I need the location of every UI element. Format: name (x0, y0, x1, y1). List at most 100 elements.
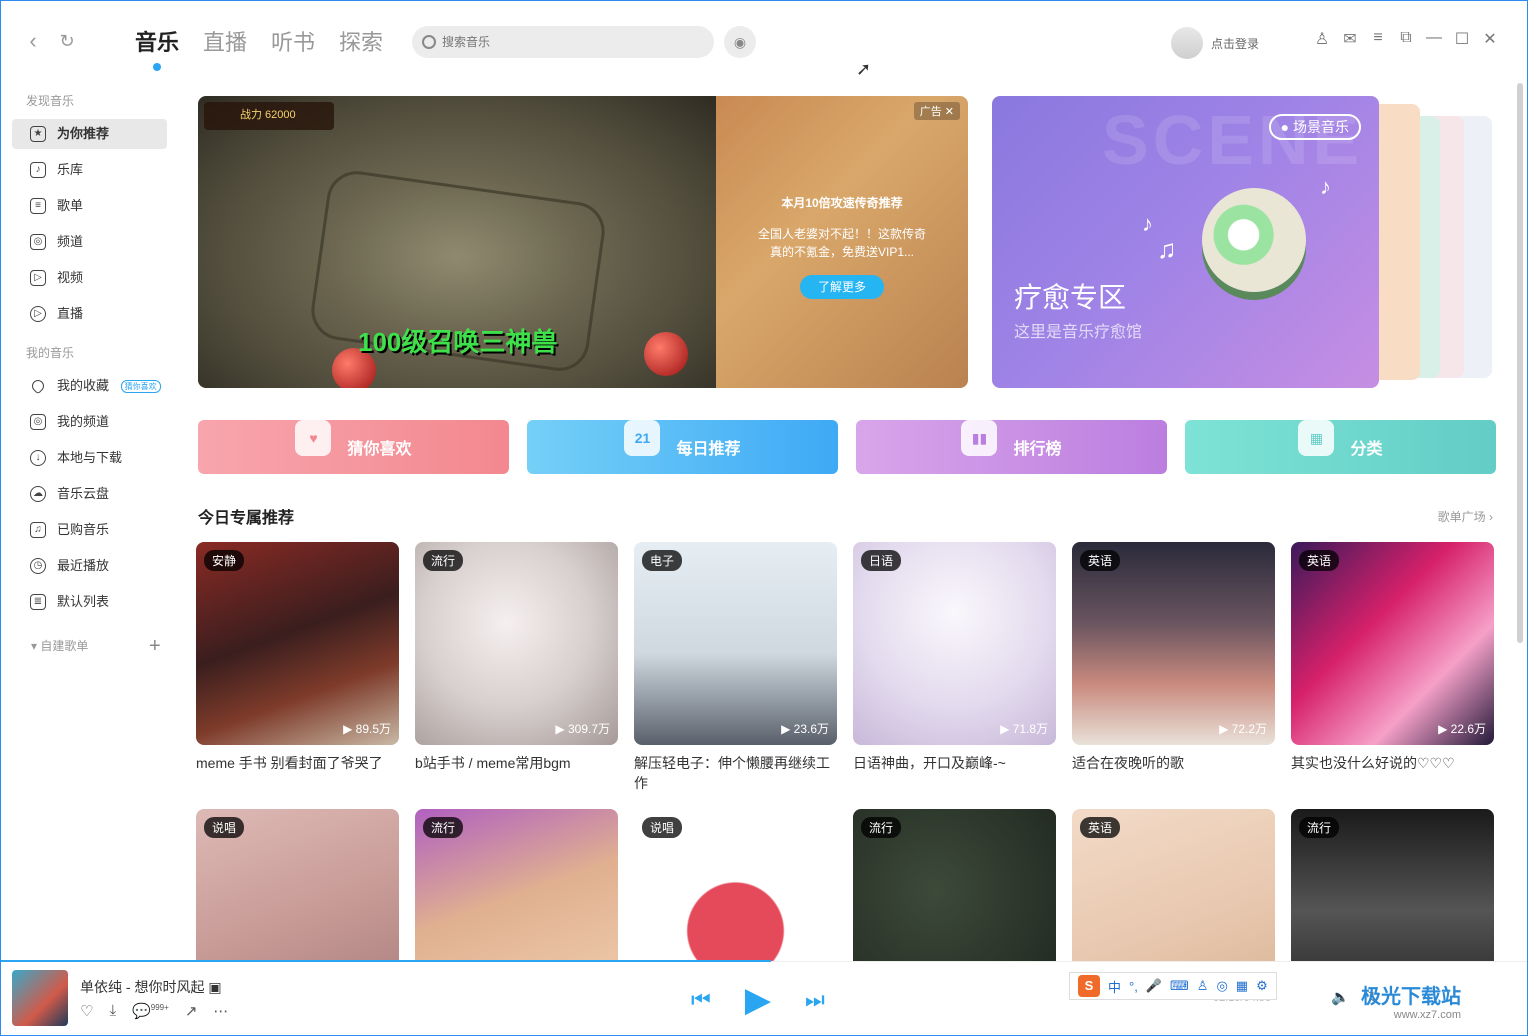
playlist-card[interactable]: 英语 (1072, 809, 1275, 961)
playlist-card[interactable]: 电子 ▶ 23.6万解压轻电子：伸个懒腰再继续工作 (634, 542, 837, 809)
sidebar-item-downloads[interactable]: ↓ 本地与下载 (12, 443, 167, 473)
sidebar-item-recommend[interactable]: ★ 为你推荐 (12, 119, 167, 149)
sidebar-item-live[interactable]: ▷ 直播 (12, 299, 167, 329)
playlist-cover[interactable]: 说唱 (196, 809, 399, 961)
scene-music-banner[interactable]: SCENE ● 场景音乐 ♪ ♫ ♪ 疗愈专区 这里是音乐疗愈馆 (992, 96, 1492, 388)
daily-recommend-button[interactable]: 21 每日推荐 (527, 420, 838, 474)
sidebar-item-recent[interactable]: ◷ 最近播放 (12, 551, 167, 581)
comment-icon[interactable]: 💬999+ (132, 1002, 169, 1020)
next-icon[interactable]: ⏭ (805, 987, 825, 1013)
avatar[interactable] (1171, 27, 1203, 59)
voice-icon[interactable]: 🎤 (1146, 978, 1162, 994)
skin-icon[interactable]: ♙ (1313, 29, 1331, 49)
playlist-title[interactable]: 其实也没什么好说的♡♡♡ (1291, 753, 1494, 773)
back-icon[interactable]: ‹ (21, 29, 45, 53)
progress-bar[interactable] (1, 960, 771, 962)
apps-icon[interactable]: ▦ (1236, 978, 1248, 994)
sidebar-item-channels[interactable]: ◎ 频道 (12, 227, 167, 257)
playlist-title[interactable]: b站手书 / meme常用bgm (415, 753, 618, 773)
playlist-title[interactable]: 日语神曲，开口及巅峰-~ (853, 753, 1056, 773)
ad-tag[interactable]: 广告 ✕ (913, 102, 960, 120)
mv-icon[interactable]: ▣ (208, 979, 221, 995)
playlist-cover[interactable]: 流行 (853, 809, 1056, 961)
volume-icon[interactable]: 🔈 (1331, 988, 1350, 1006)
playlist-card[interactable]: 流行 (853, 809, 1056, 961)
playlist-card[interactable]: 流行 (1291, 809, 1494, 961)
playlist-card[interactable]: 英语 ▶ 72.2万适合在夜晚听的歌 (1072, 542, 1275, 809)
healing-zone-card[interactable]: SCENE ● 场景音乐 ♪ ♫ ♪ 疗愈专区 这里是音乐疗愈馆 (992, 96, 1379, 388)
playlist-cover[interactable]: 英语 ▶ 22.6万 (1291, 542, 1494, 745)
tab-explore[interactable]: 探索 (339, 25, 383, 57)
tab-music[interactable]: 音乐 (135, 25, 179, 71)
search-input[interactable] (442, 35, 682, 49)
sidebar-item-favorites[interactable]: 我的收藏 猜你喜欢 (12, 371, 167, 401)
sidebar-item-cloud[interactable]: ☁ 音乐云盘 (12, 479, 167, 509)
now-playing-cover[interactable] (12, 970, 68, 1026)
playlist-cover[interactable]: 电子 ▶ 23.6万 (634, 542, 837, 745)
punctuation-icon[interactable]: °, (1129, 979, 1138, 994)
scene-music-pill[interactable]: ● 场景音乐 (1268, 114, 1361, 140)
mail-icon[interactable]: ✉ (1341, 29, 1359, 49)
add-playlist-icon[interactable]: + (149, 631, 161, 661)
previous-icon[interactable]: ⏮ (691, 987, 711, 1013)
play-icon[interactable]: ▶ (745, 980, 771, 1020)
playlist-cover[interactable]: 安静 ▶ 89.5万 (196, 542, 399, 745)
guess-you-like-button[interactable]: ♥ 猜你喜欢 (198, 420, 509, 474)
minimize-icon[interactable]: — (1425, 29, 1443, 49)
search-box[interactable] (412, 26, 714, 58)
playlist-card[interactable]: 说唱 (634, 809, 837, 961)
playlist-title[interactable]: 适合在夜晚听的歌 (1072, 753, 1275, 773)
playlist-cover[interactable]: 日语 ▶ 71.8万 (853, 542, 1056, 745)
playlist-title[interactable]: 解压轻电子：伸个懒腰再继续工作 (634, 753, 837, 793)
sidebar-item-playlists[interactable]: ≡ 歌单 (12, 191, 167, 221)
playlist-card[interactable]: 安静 ▶ 89.5万 meme 手书 别看封面了爷哭了 (196, 542, 399, 809)
close-icon[interactable]: ✕ (1481, 29, 1499, 49)
categories-button[interactable]: ▦ 分类 (1185, 420, 1496, 474)
custom-playlists-toggle[interactable]: ▾ 自建歌单 + (1, 631, 181, 661)
playlist-cover[interactable]: 流行 (415, 809, 618, 961)
like-icon[interactable]: ♡ (80, 1002, 93, 1020)
login-label[interactable]: 点击登录 (1211, 35, 1259, 52)
maximize-icon[interactable]: ☐ (1453, 29, 1471, 49)
more-icon[interactable]: ⋯ (213, 1002, 228, 1020)
learn-more-button[interactable]: 了解更多 (800, 275, 884, 299)
refresh-icon[interactable]: ↻ (55, 29, 79, 53)
playlist-cover[interactable]: 说唱 (634, 809, 837, 961)
playlist-cover[interactable]: 流行 (1291, 809, 1494, 961)
now-playing-title[interactable]: 单依纯 - 想你时风起 ▣ (80, 977, 222, 997)
user-login[interactable]: 点击登录 (1171, 27, 1259, 59)
window-controls: ♙ ✉ ≡ ⧉ — ☐ ✕ (1313, 29, 1499, 49)
keyboard-icon[interactable]: ⌨ (1170, 978, 1189, 994)
sidebar-item-default-list[interactable]: ≣ 默认列表 (12, 587, 167, 617)
skin-icon[interactable]: ♙ (1197, 978, 1209, 994)
playlist-title[interactable]: meme 手书 别看封面了爷哭了 (196, 753, 399, 773)
playlist-cover[interactable]: 流行 ▶ 309.7万 (415, 542, 618, 745)
menu-icon[interactable]: ≡ (1369, 29, 1387, 49)
tab-live[interactable]: 直播 (203, 25, 247, 57)
playlist-cover[interactable]: 英语 ▶ 72.2万 (1072, 542, 1275, 745)
share-icon[interactable]: ↗ (185, 1002, 198, 1020)
ad-banner[interactable]: 战力 62000 100级召唤三神兽 广告 ✕ 本月10倍攻速传奇推荐 全国人老… (198, 96, 968, 388)
playlist-cover[interactable]: 英语 (1072, 809, 1275, 961)
playlist-card[interactable]: 流行 (415, 809, 618, 961)
settings-icon[interactable]: ⚙ (1256, 978, 1268, 994)
playlist-square-link[interactable]: 歌单广场 › (1438, 508, 1493, 525)
charts-button[interactable]: ▮▮ 排行榜 (856, 420, 1167, 474)
play-count: ▶ 71.8万 (1000, 720, 1048, 737)
ime-toolbar[interactable]: S 中 °, 🎤 ⌨ ♙ ◎ ▦ ⚙ (1069, 972, 1277, 1000)
sidebar-item-purchased[interactable]: ♫ 已购音乐 (12, 515, 167, 545)
game-icon[interactable]: ◎ (1216, 978, 1227, 994)
ime-language[interactable]: 中 (1108, 977, 1121, 996)
sidebar-item-library[interactable]: ♪ 乐库 (12, 155, 167, 185)
playlist-card[interactable]: 日语 ▶ 71.8万日语神曲，开口及巅峰-~ (853, 542, 1056, 809)
download-icon[interactable]: ⤓ (109, 1002, 116, 1020)
scrollbar[interactable] (1517, 83, 1523, 643)
playlist-card[interactable]: 说唱 (196, 809, 399, 961)
playlist-card[interactable]: 英语 ▶ 22.6万其实也没什么好说的♡♡♡ (1291, 542, 1494, 809)
voice-search-icon[interactable]: ◉ (724, 26, 756, 58)
sidebar-item-my-channels[interactable]: ◎ 我的频道 (12, 407, 167, 437)
sidebar-item-video[interactable]: ▷ 视频 (12, 263, 167, 293)
playlist-card[interactable]: 流行 ▶ 309.7万 b站手书 / meme常用bgm (415, 542, 618, 809)
tab-audiobook[interactable]: 听书 (271, 25, 315, 57)
mini-mode-icon[interactable]: ⧉ (1397, 29, 1415, 49)
